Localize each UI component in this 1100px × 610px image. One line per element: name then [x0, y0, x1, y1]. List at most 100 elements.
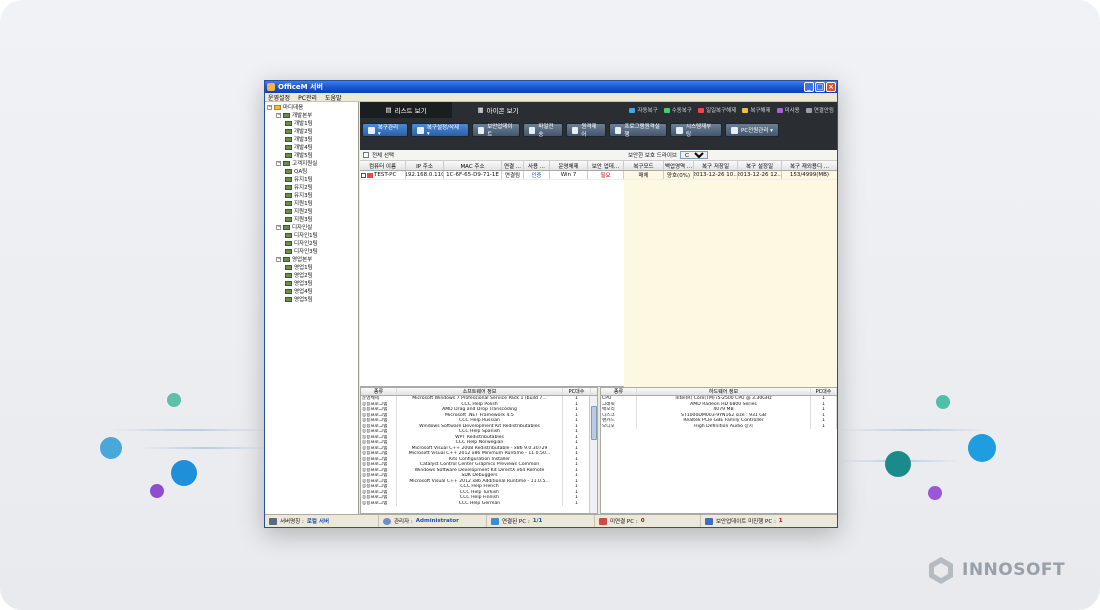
toolbar-button-icon	[529, 126, 536, 134]
expand-toggle-icon[interactable]: −	[276, 224, 281, 230]
tree-node[interactable]: − 디자인실	[267, 223, 356, 231]
tree-node[interactable]: 개발1팀	[267, 119, 356, 127]
tree-node[interactable]: QA팀	[267, 167, 356, 175]
tree-node-label: 영업5팀	[294, 297, 313, 303]
expand-toggle-icon[interactable]: −	[267, 104, 272, 110]
tree-node[interactable]: 지원2팀	[267, 207, 356, 215]
tree-node[interactable]: 영업2팀	[267, 271, 356, 279]
tree-node[interactable]: − 개발본부	[267, 111, 356, 119]
grid-cell: 2013-12-26 10...	[694, 171, 738, 179]
tree-node-label: 고객지원실	[292, 161, 318, 167]
update-value: 1	[778, 518, 783, 524]
tree-node[interactable]: 유지2팀	[267, 183, 356, 191]
maximize-button[interactable]: □	[815, 82, 825, 92]
software-column-header[interactable]: 종류	[361, 388, 397, 395]
connected-label: 연결된 PC :	[502, 519, 530, 525]
grid-column-header[interactable]: 복구 저장일	[694, 161, 738, 170]
grid-column-header[interactable]: 사용 ...	[524, 161, 550, 170]
software-column-header[interactable]: PC대수	[563, 388, 591, 395]
toolbar-button[interactable]: PC전원관리 ▾	[725, 123, 779, 137]
tree-node-label: 개발4팀	[294, 145, 313, 151]
toolbar-button-icon	[572, 126, 579, 134]
hardware-column-header[interactable]: 종류	[601, 388, 637, 395]
grid-column-header[interactable]: IP 주소	[406, 161, 444, 170]
scroll-thumb[interactable]	[591, 406, 597, 440]
toolbar-button[interactable]: 보안업데이트	[472, 123, 520, 138]
close-button[interactable]: ×	[826, 82, 836, 92]
toolbar-button[interactable]: 파일전송	[523, 123, 563, 138]
grid-column-header[interactable]: 복구모드	[624, 161, 664, 170]
tree-node-label: 디자인3팀	[294, 249, 318, 255]
grid-column-header[interactable]: 복구 설정일	[738, 161, 782, 170]
tree-node[interactable]: 영업5팀	[267, 295, 356, 303]
status-failed: 미연결 PC : 0	[595, 515, 701, 527]
drive-select[interactable]: C	[680, 151, 708, 159]
tree-node[interactable]: − 마디데음	[267, 103, 356, 111]
toolbar-button[interactable]: 복구관리 ▾	[362, 123, 408, 137]
glow-line-right	[840, 429, 990, 431]
tree-node-label: 개발2팀	[294, 129, 313, 135]
tree-node[interactable]: 디자인1팀	[267, 231, 356, 239]
tab-list-view[interactable]: ▤ 리스트 보기	[360, 102, 452, 118]
monitor-status-icon	[697, 107, 704, 113]
group-icon	[285, 232, 292, 238]
toolbar-button[interactable]: 원격제어	[566, 123, 606, 138]
tree-node[interactable]: 영업3팀	[267, 279, 356, 287]
tree-node[interactable]: 유지3팀	[267, 191, 356, 199]
expand-toggle-icon[interactable]: −	[276, 256, 281, 262]
software-scrollbar[interactable]	[589, 396, 597, 513]
tree-node[interactable]: 디자인3팀	[267, 247, 356, 255]
tree-node[interactable]: 개발5팀	[267, 151, 356, 159]
grid-column-header[interactable]: 컴퓨터 이름	[360, 161, 406, 170]
grid-column-header[interactable]: 복구 재외용디 ...	[782, 161, 837, 170]
table-row[interactable]: TEST-PC 192.168.0.110 1C-6F-65-D9-71-1E 연결됨…	[360, 171, 837, 180]
hardware-cell: 오디오	[601, 423, 637, 429]
grid-cell: 양호(0%)	[664, 171, 694, 179]
grid-cell: 1C-6F-65-D9-71-1E	[444, 171, 502, 179]
grid-column-header[interactable]: 보안 업데...	[588, 161, 624, 170]
tree-node[interactable]: 영업4팀	[267, 287, 356, 295]
monitor-status-icon	[776, 107, 783, 113]
hardware-column-header[interactable]: PC대수	[811, 388, 837, 395]
tree-node[interactable]: 개발4팀	[267, 143, 356, 151]
expand-toggle-icon[interactable]: −	[276, 160, 281, 166]
toolbar-button[interactable]: 시스템재부팅	[670, 123, 722, 138]
grid-column-header[interactable]: MAC 주소	[444, 161, 502, 170]
tree-node[interactable]: 개발2팀	[267, 127, 356, 135]
expand-toggle-icon[interactable]: −	[276, 112, 281, 118]
menu-item-settings[interactable]: 운영설정	[268, 93, 290, 102]
software-column-header[interactable]: 소프트웨어 정보	[397, 388, 563, 395]
legend-label: 일일복구해제	[705, 108, 737, 114]
toolbar-button[interactable]: 복구설정/삭제 ▾	[411, 123, 469, 137]
app-window: OfficeM 서버 _ □ × 운영설정 PC관리 도움말 − 마디데음 − 개발본…	[264, 80, 838, 528]
tree-node-label: 디자인1팀	[294, 233, 318, 239]
tab-label: 리스트 보기	[394, 107, 427, 115]
grid-cell: 192.168.0.110	[406, 171, 444, 179]
grid-cell: TEST-PC	[360, 171, 406, 179]
tree-node[interactable]: − 영업본부	[267, 255, 356, 263]
select-all-checkbox[interactable]	[363, 152, 369, 158]
software-row[interactable]: 응용프로그램 CCC Help German 1	[361, 500, 597, 506]
tree-node[interactable]: 지원1팀	[267, 199, 356, 207]
row-checkbox[interactable]	[361, 172, 366, 178]
software-cell: 1	[563, 500, 591, 506]
tree-node[interactable]: 지원3팀	[267, 215, 356, 223]
hardware-column-header[interactable]: 하드웨어 정보	[637, 388, 811, 395]
menu-item-help[interactable]: 도움말	[325, 93, 342, 102]
tree-node[interactable]: 개발3팀	[267, 135, 356, 143]
group-icon	[285, 216, 292, 222]
tree-node-label: 영업본부	[292, 257, 313, 263]
group-icon	[285, 264, 292, 270]
tree-node[interactable]: 유지1팀	[267, 175, 356, 183]
toolbar-button[interactable]: 프로그램원격실행	[609, 123, 667, 138]
tree-node[interactable]: 디자인2팀	[267, 239, 356, 247]
menu-item-pc[interactable]: PC관리	[298, 93, 317, 102]
tab-icon-view[interactable]: ▦ 아이콘 보기	[452, 102, 544, 118]
tree-node[interactable]: − 고객지원실	[267, 159, 356, 167]
hardware-row[interactable]: 오디오 High Definition Audio 장치 1	[601, 423, 837, 429]
grid-column-header[interactable]: 운영체제	[550, 161, 588, 170]
tree-node[interactable]: 영업1팀	[267, 263, 356, 271]
grid-column-header[interactable]: 연결 ...	[502, 161, 524, 170]
grid-column-header[interactable]: 백업영역 ...	[664, 161, 694, 170]
minimize-button[interactable]: _	[804, 82, 814, 92]
